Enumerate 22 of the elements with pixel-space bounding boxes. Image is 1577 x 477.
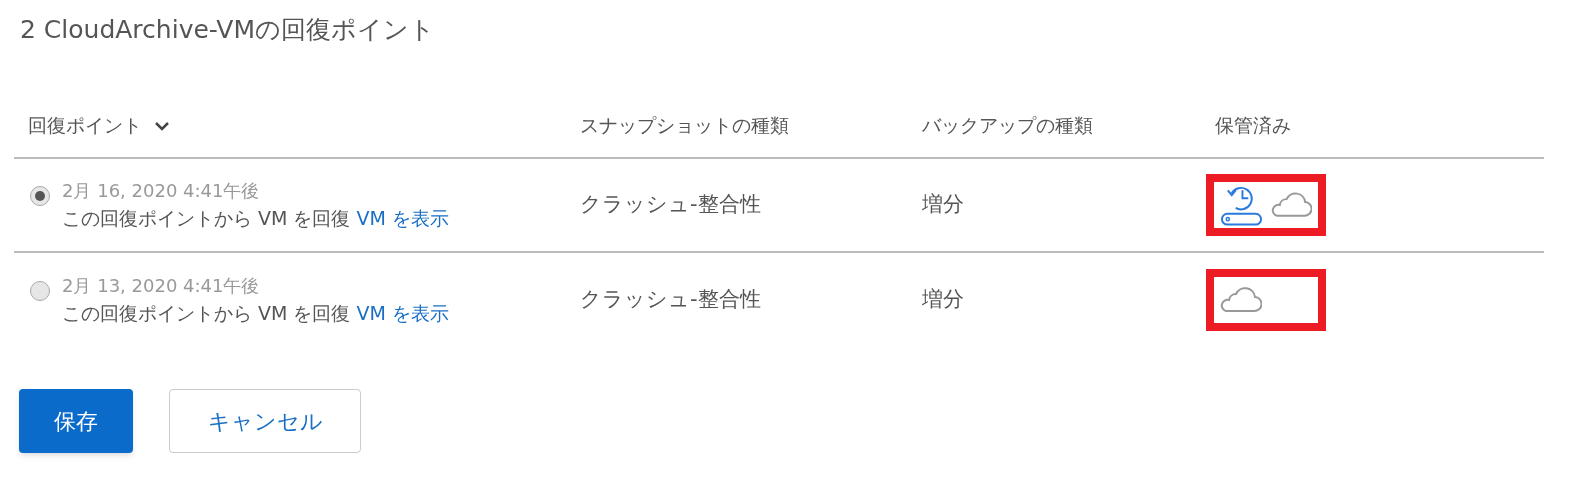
column-header[interactable]: 回復ポイント <box>28 111 142 140</box>
recovery-point-description: この回復ポイントから VM を回復 VM を表示 <box>62 206 449 231</box>
table-cell: クラッシュ-整合性 <box>580 192 761 217</box>
radio-button[interactable] <box>30 281 50 301</box>
view-vm-link[interactable]: VM を表示 <box>356 207 449 229</box>
save-button[interactable]: 保存 <box>19 389 133 453</box>
radio-button[interactable] <box>30 186 50 206</box>
recovery-point-date: 2月 16, 2020 4:41午後 <box>62 179 261 203</box>
column-header: バックアップの種類 <box>922 113 1093 139</box>
recovery-point-description: この回復ポイントから VM を回復 VM を表示 <box>62 301 449 326</box>
column-header: 保管済み <box>1215 113 1291 139</box>
column-header: スナップショットの種類 <box>580 113 789 139</box>
cloud-icon <box>1220 287 1262 313</box>
cloud-icon <box>1271 192 1312 218</box>
cancel-button[interactable]: キャンセル <box>169 389 361 453</box>
page-title: 2 CloudArchive-VMの回復ポイント <box>19 14 437 46</box>
view-vm-link[interactable]: VM を表示 <box>356 302 449 324</box>
chevron-down-icon[interactable] <box>154 120 170 131</box>
table-cell: クラッシュ-整合性 <box>580 287 761 312</box>
recovery-point-date: 2月 13, 2020 4:41午後 <box>62 274 261 298</box>
table-cell: 増分 <box>922 192 964 217</box>
table-cell: 増分 <box>922 287 964 312</box>
